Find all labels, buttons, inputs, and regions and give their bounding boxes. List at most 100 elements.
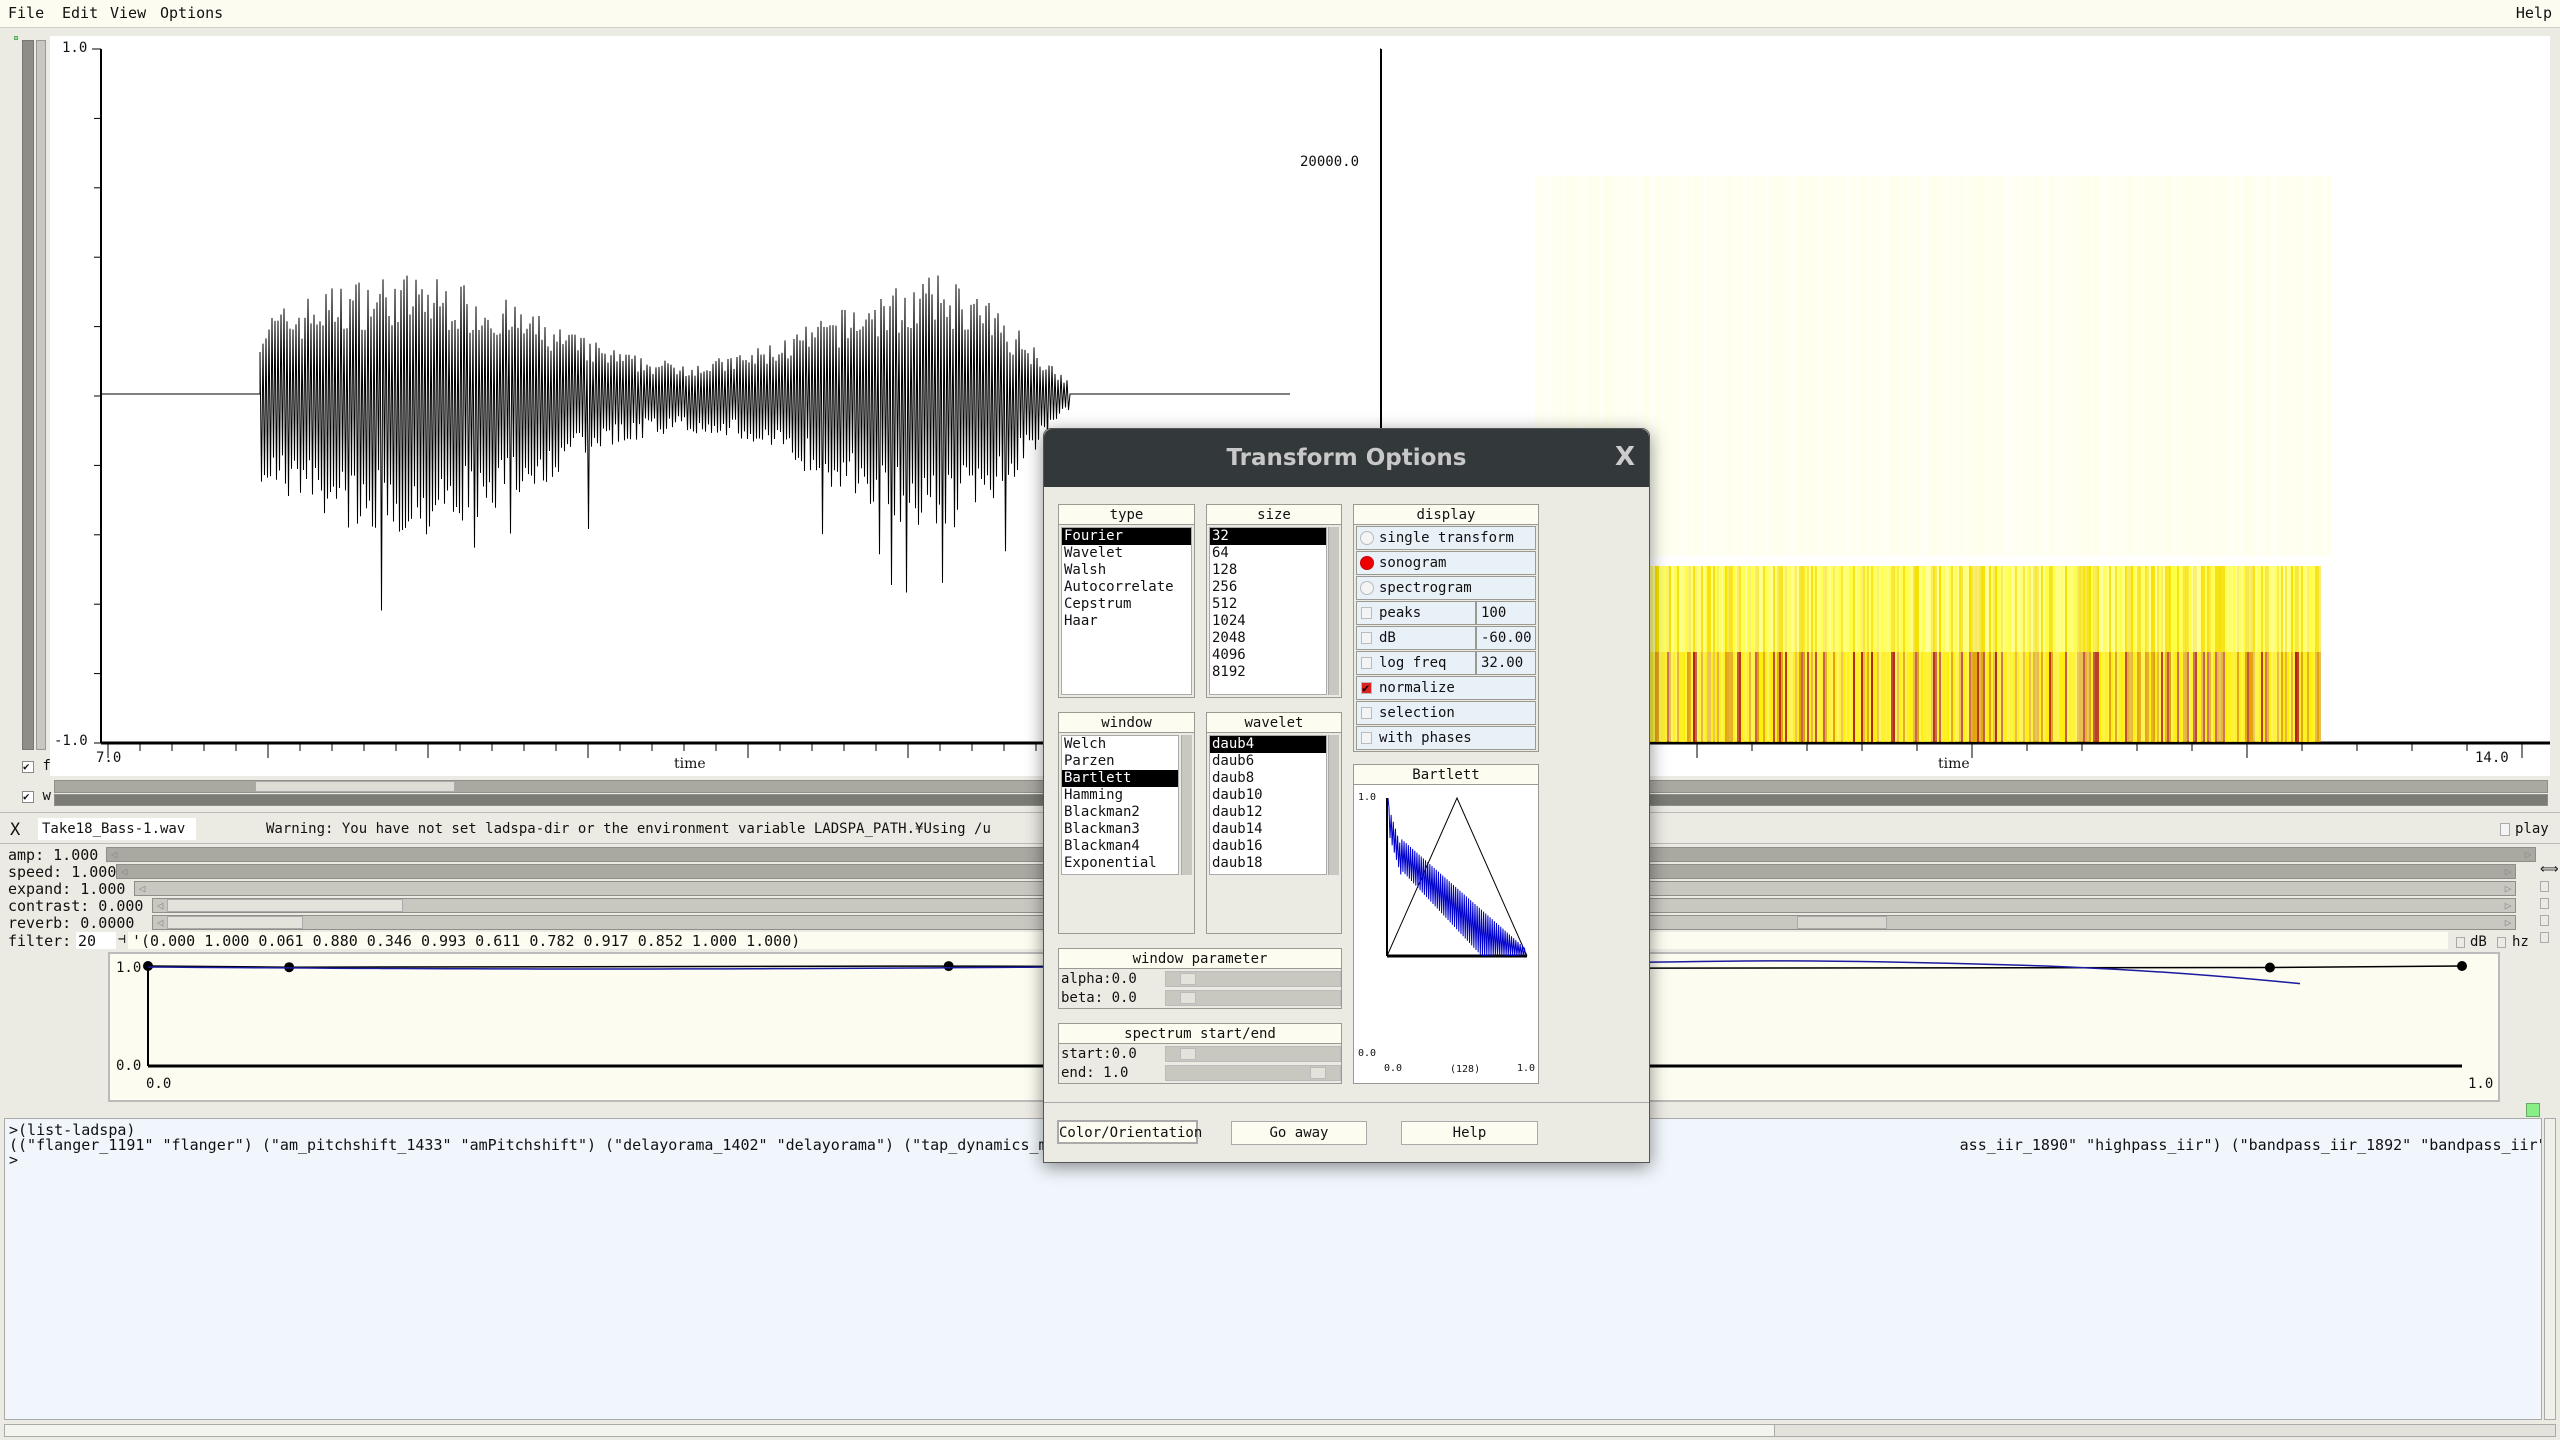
single-transform-radio[interactable]: single transform [1356, 526, 1536, 550]
arrow-right-icon[interactable]: ▷ [2501, 865, 2515, 878]
arrow-right-icon[interactable]: ▷ [2521, 848, 2535, 861]
wavelet-scrollbar[interactable] [1328, 735, 1339, 875]
reverb-checkbox[interactable] [2540, 915, 2549, 926]
normalize-checkbox[interactable]: ✔ normalize [1356, 676, 1536, 700]
db-input[interactable]: -60.00 [1475, 626, 1535, 650]
list-item[interactable]: Wavelet [1062, 545, 1191, 562]
arrow-left-icon[interactable]: ◁ [153, 899, 167, 912]
list-item[interactable]: 8192 [1210, 664, 1326, 681]
list-item[interactable]: Cepstrum [1062, 596, 1191, 613]
arrow-right-icon[interactable]: ▷ [2501, 882, 2515, 895]
w-checkbox[interactable]: ✔ w [22, 788, 51, 804]
arrow-right-icon[interactable]: ▷ [2501, 899, 2515, 912]
slider-thumb[interactable] [1180, 992, 1196, 1004]
alpha-slider[interactable] [1165, 971, 1341, 987]
list-item[interactable]: 1024 [1210, 613, 1326, 630]
list-item[interactable]: Autocorrelate [1062, 579, 1191, 596]
wavelet-list[interactable]: daub4 daub6 daub8 daub10 daub12 daub14 daub16 d… [1209, 735, 1327, 875]
filter-checkbox[interactable] [2540, 932, 2549, 943]
arrow-left-icon[interactable]: ◁ [135, 882, 149, 895]
with-phases-checkbox[interactable]: with phases [1356, 726, 1536, 750]
list-item[interactable]: Haar [1062, 613, 1191, 630]
f-checkbox[interactable]: ✔ f [22, 758, 51, 774]
list-item[interactable]: 512 [1210, 596, 1326, 613]
contrast-checkbox[interactable] [2540, 898, 2549, 909]
size-scrollbar[interactable] [1328, 527, 1339, 695]
list-item[interactable]: 256 [1210, 579, 1326, 596]
db-checkbox[interactable]: dB -60.00 [1356, 626, 1536, 650]
list-item[interactable]: 128 [1210, 562, 1326, 579]
menu-help[interactable]: Help [2516, 4, 2552, 22]
list-item[interactable]: daub4 [1210, 736, 1326, 753]
slider-thumb[interactable] [1180, 1048, 1196, 1060]
list-item[interactable]: 32 [1210, 528, 1326, 545]
list-item[interactable]: Blackman4 [1062, 838, 1178, 855]
slider-thumb[interactable] [1180, 973, 1196, 985]
beta-slider[interactable] [1165, 990, 1341, 1006]
list-item[interactable]: 4096 [1210, 647, 1326, 664]
close-icon[interactable]: X [1615, 429, 1635, 485]
slider-thumb[interactable] [1310, 1067, 1326, 1079]
spectrogram-radio[interactable]: spectrogram [1356, 576, 1536, 600]
list-item[interactable]: 2048 [1210, 630, 1326, 647]
help-button[interactable]: Help [1401, 1121, 1538, 1145]
sonogram-radio[interactable]: sonogram [1356, 551, 1536, 575]
menu-options[interactable]: Options [160, 4, 223, 22]
arrow-right-icon[interactable]: ▷ [2501, 916, 2515, 929]
color-orientation-button[interactable]: Color/Orientation [1057, 1120, 1202, 1144]
scroll-thumb[interactable] [5, 1425, 1775, 1436]
listener-pane[interactable]: >(list-ladspa) (("flanger_1191" "flanger"… [4, 1118, 2542, 1420]
list-item[interactable]: daub14 [1210, 821, 1326, 838]
list-item[interactable]: Hamming [1062, 787, 1178, 804]
listener-vscroll[interactable] [2544, 1118, 2556, 1420]
menu-view[interactable]: View [110, 4, 146, 22]
list-item[interactable]: daub12 [1210, 804, 1326, 821]
list-item[interactable]: 64 [1210, 545, 1326, 562]
list-item[interactable]: daub6 [1210, 753, 1326, 770]
menu-edit[interactable]: Edit [62, 4, 98, 22]
window-scrollbar[interactable] [1181, 735, 1192, 875]
end-slider[interactable] [1165, 1065, 1341, 1081]
list-item[interactable]: Welch [1062, 736, 1178, 753]
position-y-slider[interactable] [36, 40, 46, 750]
selection-checkbox[interactable]: selection [1356, 701, 1536, 725]
menu-file[interactable]: File [8, 4, 44, 22]
slider-thumb[interactable] [167, 916, 303, 929]
list-item[interactable]: Blackman3 [1062, 821, 1178, 838]
arrow-left-icon[interactable]: ◁ [107, 848, 121, 861]
zoom-y-slider[interactable] [22, 40, 34, 750]
log-freq-input[interactable]: 32.00 [1475, 651, 1535, 675]
list-item[interactable]: Exponential [1062, 855, 1178, 872]
list-item[interactable]: daub10 [1210, 787, 1326, 804]
close-sound-button[interactable]: X [10, 820, 20, 840]
filter-order-stepper[interactable]: ⊣ [118, 932, 126, 947]
slider-thumb[interactable] [1797, 916, 1887, 929]
arrow-left-icon[interactable]: ◁ [117, 865, 131, 878]
list-item[interactable]: daub8 [1210, 770, 1326, 787]
list-item[interactable]: daub18 [1210, 855, 1326, 872]
expand-checkbox[interactable] [2540, 881, 2549, 892]
list-item[interactable]: daub16 [1210, 838, 1326, 855]
list-item[interactable]: Blackman2 [1062, 804, 1178, 821]
db-checkbox[interactable] [2456, 937, 2465, 948]
slider-thumb[interactable] [167, 899, 403, 912]
list-item[interactable]: Walsh [1062, 562, 1191, 579]
window-list[interactable]: Welch Parzen Bartlett Hamming Blackman2 Black… [1061, 735, 1179, 875]
peaks-input[interactable]: 100 [1475, 601, 1535, 625]
type-list[interactable]: Fourier Wavelet Walsh Autocorrelate Cepstrum… [1061, 527, 1192, 695]
list-item[interactable]: Fourier [1062, 528, 1191, 545]
hz-checkbox[interactable] [2497, 937, 2506, 948]
list-item[interactable]: Parzen [1062, 753, 1178, 770]
play-checkbox[interactable] [2500, 823, 2510, 836]
scroll-thumb[interactable] [255, 781, 455, 792]
pane-sash[interactable] [2526, 1103, 2540, 1117]
listener-hscroll[interactable] [4, 1424, 2556, 1437]
log-freq-checkbox[interactable]: log freq 32.00 [1356, 651, 1536, 675]
list-item[interactable]: Bartlett [1062, 770, 1178, 787]
dialog-titlebar[interactable]: Transform Options [1044, 429, 1649, 487]
size-list[interactable]: 32 64 128 256 512 1024 2048 4096 8192 [1209, 527, 1327, 695]
speed-direction-icon[interactable]: ⟺ [2540, 862, 2559, 877]
filter-order-input[interactable]: 20 [76, 932, 116, 950]
peaks-checkbox[interactable]: peaks 100 [1356, 601, 1536, 625]
arrow-left-icon[interactable]: ◁ [153, 916, 167, 929]
